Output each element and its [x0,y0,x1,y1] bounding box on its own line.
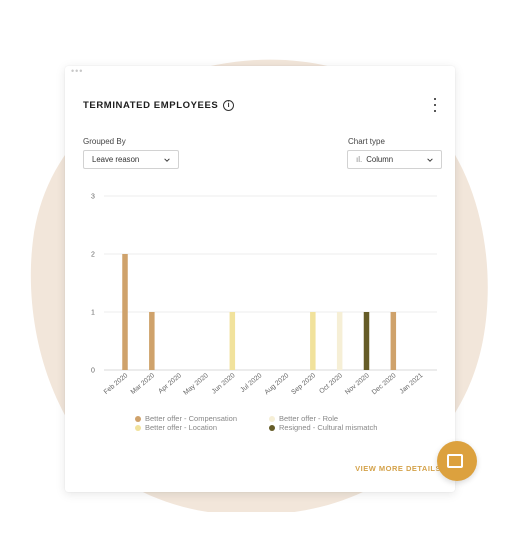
x-tick-label: Aug 2020 [263,372,290,396]
bar [336,312,343,370]
y-tick-label: 3 [91,194,95,201]
y-tick-label: 0 [91,368,95,375]
x-tick-label: May 2020 [182,372,210,397]
x-tick-label: Sep 2020 [290,372,317,396]
x-tick-label: Oct 2020 [318,372,344,395]
x-tick-label: Jan 2021 [399,372,425,395]
bar [390,312,397,370]
bar [149,312,155,370]
x-tick-label: Dec 2020 [371,372,398,396]
legend-label: Resigned - Cultural mismatch [279,423,378,432]
legend-item[interactable]: Better offer - Compensation [135,414,237,423]
legend-label: Better offer - Location [145,423,217,432]
x-tick-label: Jul 2020 [239,372,263,394]
bar [310,312,316,370]
legend-item[interactable]: Resigned - Cultural mismatch [269,423,377,432]
legend-dot-cultural [269,424,275,431]
legend-label: Better offer - Role [279,414,339,423]
bar [122,254,128,370]
chat-icon [447,454,463,468]
legend-dot-compensation [135,415,141,422]
x-tick-label: Jun 2020 [211,372,237,395]
x-tick-label: Feb 2020 [103,372,130,396]
y-tick-label: 2 [91,252,95,259]
legend-item[interactable]: Better offer - Location [135,423,217,432]
terminated-employees-chart: 0 1 2 3 Feb 2020 Mar 2020 Apr 2020 May 2020 Jun … [91,194,437,397]
legend-dot-role [269,415,275,422]
x-tick-label: Apr 2020 [157,372,183,395]
bar [229,312,236,370]
legend-item[interactable]: Better offer - Role [269,414,338,423]
y-tick-label: 1 [91,310,95,317]
x-tick-label: Mar 2020 [130,372,157,396]
bar [363,312,370,370]
terminated-employees-card: ••• TERMINATED EMPLOYEES i Grouped By Le… [65,66,455,492]
chat-button[interactable] [437,441,477,481]
x-tick-label: Nov 2020 [344,372,371,396]
view-more-details-link[interactable]: VIEW MORE DETAILS [355,464,441,473]
legend-label: Better offer - Compensation [145,414,237,423]
legend-dot-location [135,424,141,431]
